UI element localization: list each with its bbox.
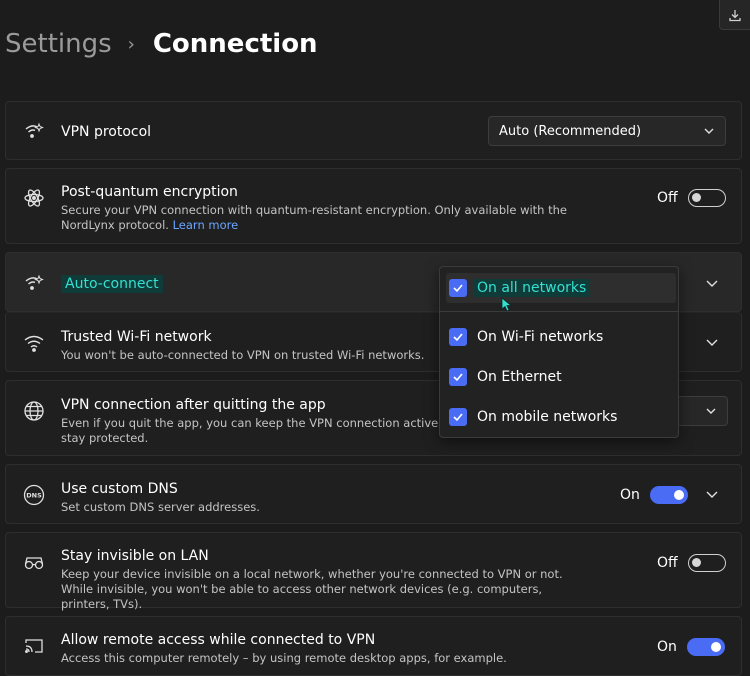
post-quantum-toggle-group: Off [657, 189, 726, 207]
post-quantum-desc: Secure your VPN connection with quantum-… [61, 203, 567, 232]
post-quantum-toggle-label: Off [657, 190, 678, 206]
chevron-down-icon [706, 408, 716, 414]
invisible-lan-toggle-label: Off [657, 555, 678, 571]
remote-access-desc: Access this computer remotely – by using… [61, 651, 507, 665]
dropdown-item-ethernet[interactable]: On Ethernet [446, 362, 676, 392]
download-button[interactable] [719, 0, 750, 30]
wifi-sparkle-icon [23, 120, 45, 142]
custom-dns-row[interactable]: DNS Use custom DNS Set custom DNS server… [5, 464, 742, 524]
chevron-down-icon[interactable] [704, 334, 720, 350]
invisible-lan-title: Stay invisible on LAN [61, 548, 209, 564]
download-icon [729, 9, 741, 21]
remote-access-row: Allow remote access while connected to V… [5, 616, 742, 676]
checkbox-checked-icon[interactable] [449, 368, 467, 386]
wifi-icon [23, 332, 45, 354]
remote-access-toggle[interactable] [686, 638, 725, 656]
post-quantum-toggle[interactable] [687, 189, 726, 207]
vpn-protocol-row: VPN protocol Auto (Recommended) [5, 101, 742, 160]
auto-connect-title: Auto-connect [61, 275, 163, 293]
invisible-lan-toggle-group: Off [657, 554, 726, 572]
custom-dns-toggle[interactable] [649, 486, 688, 504]
dropdown-item-label: On Wi-Fi networks [477, 329, 604, 345]
checkbox-checked-icon[interactable] [449, 279, 467, 297]
learn-more-link[interactable]: Learn more [173, 218, 239, 232]
dropdown-divider [440, 311, 678, 312]
mouse-cursor-icon [501, 297, 513, 312]
globe-icon [23, 400, 45, 422]
page-title: Connection [152, 29, 318, 59]
auto-connect-dropdown: On all networks On Wi-Fi networks On Eth… [439, 266, 679, 438]
dropdown-item-all-networks[interactable]: On all networks [446, 273, 676, 303]
custom-dns-toggle-group: On [620, 486, 688, 504]
cast-icon [23, 636, 45, 658]
wifi-sparkle-icon [23, 272, 45, 294]
remote-access-toggle-label: On [657, 639, 677, 655]
checkbox-checked-icon[interactable] [449, 328, 467, 346]
custom-dns-title: Use custom DNS [61, 481, 178, 497]
dropdown-item-label: On Ethernet [477, 369, 562, 385]
glasses-icon [23, 552, 45, 574]
dns-icon: DNS [23, 484, 45, 506]
checkbox-checked-icon[interactable] [449, 408, 467, 426]
post-quantum-row: Post-quantum encryption Secure your VPN … [5, 168, 742, 244]
remote-access-toggle-group: On [657, 638, 725, 656]
vpn-protocol-value: Auto (Recommended) [499, 123, 642, 139]
vpn-protocol-select[interactable]: Auto (Recommended) [488, 116, 726, 146]
dropdown-item-label: On all networks [473, 279, 591, 297]
dropdown-item-mobile-networks[interactable]: On mobile networks [446, 402, 676, 432]
dropdown-item-wifi-networks[interactable]: On Wi-Fi networks [446, 322, 676, 352]
chevron-down-icon[interactable] [704, 275, 720, 291]
invisible-lan-desc: Keep your device invisible on a local ne… [61, 567, 563, 611]
breadcrumb-separator: › [127, 33, 135, 55]
dropdown-item-label: On mobile networks [477, 409, 618, 425]
breadcrumb: Settings › Connection [5, 24, 318, 64]
chevron-down-icon[interactable] [704, 486, 720, 502]
custom-dns-toggle-label: On [620, 487, 640, 503]
breadcrumb-settings[interactable]: Settings [5, 29, 112, 59]
atom-icon [23, 187, 45, 209]
custom-dns-desc: Set custom DNS server addresses. [61, 500, 260, 514]
post-quantum-title: Post-quantum encryption [61, 184, 238, 200]
invisible-lan-row: Stay invisible on LAN Keep your device i… [5, 532, 742, 611]
invisible-lan-toggle[interactable] [687, 554, 726, 572]
svg-text:DNS: DNS [26, 492, 42, 500]
remote-access-title: Allow remote access while connected to V… [61, 632, 376, 648]
chevron-down-icon [704, 128, 714, 134]
